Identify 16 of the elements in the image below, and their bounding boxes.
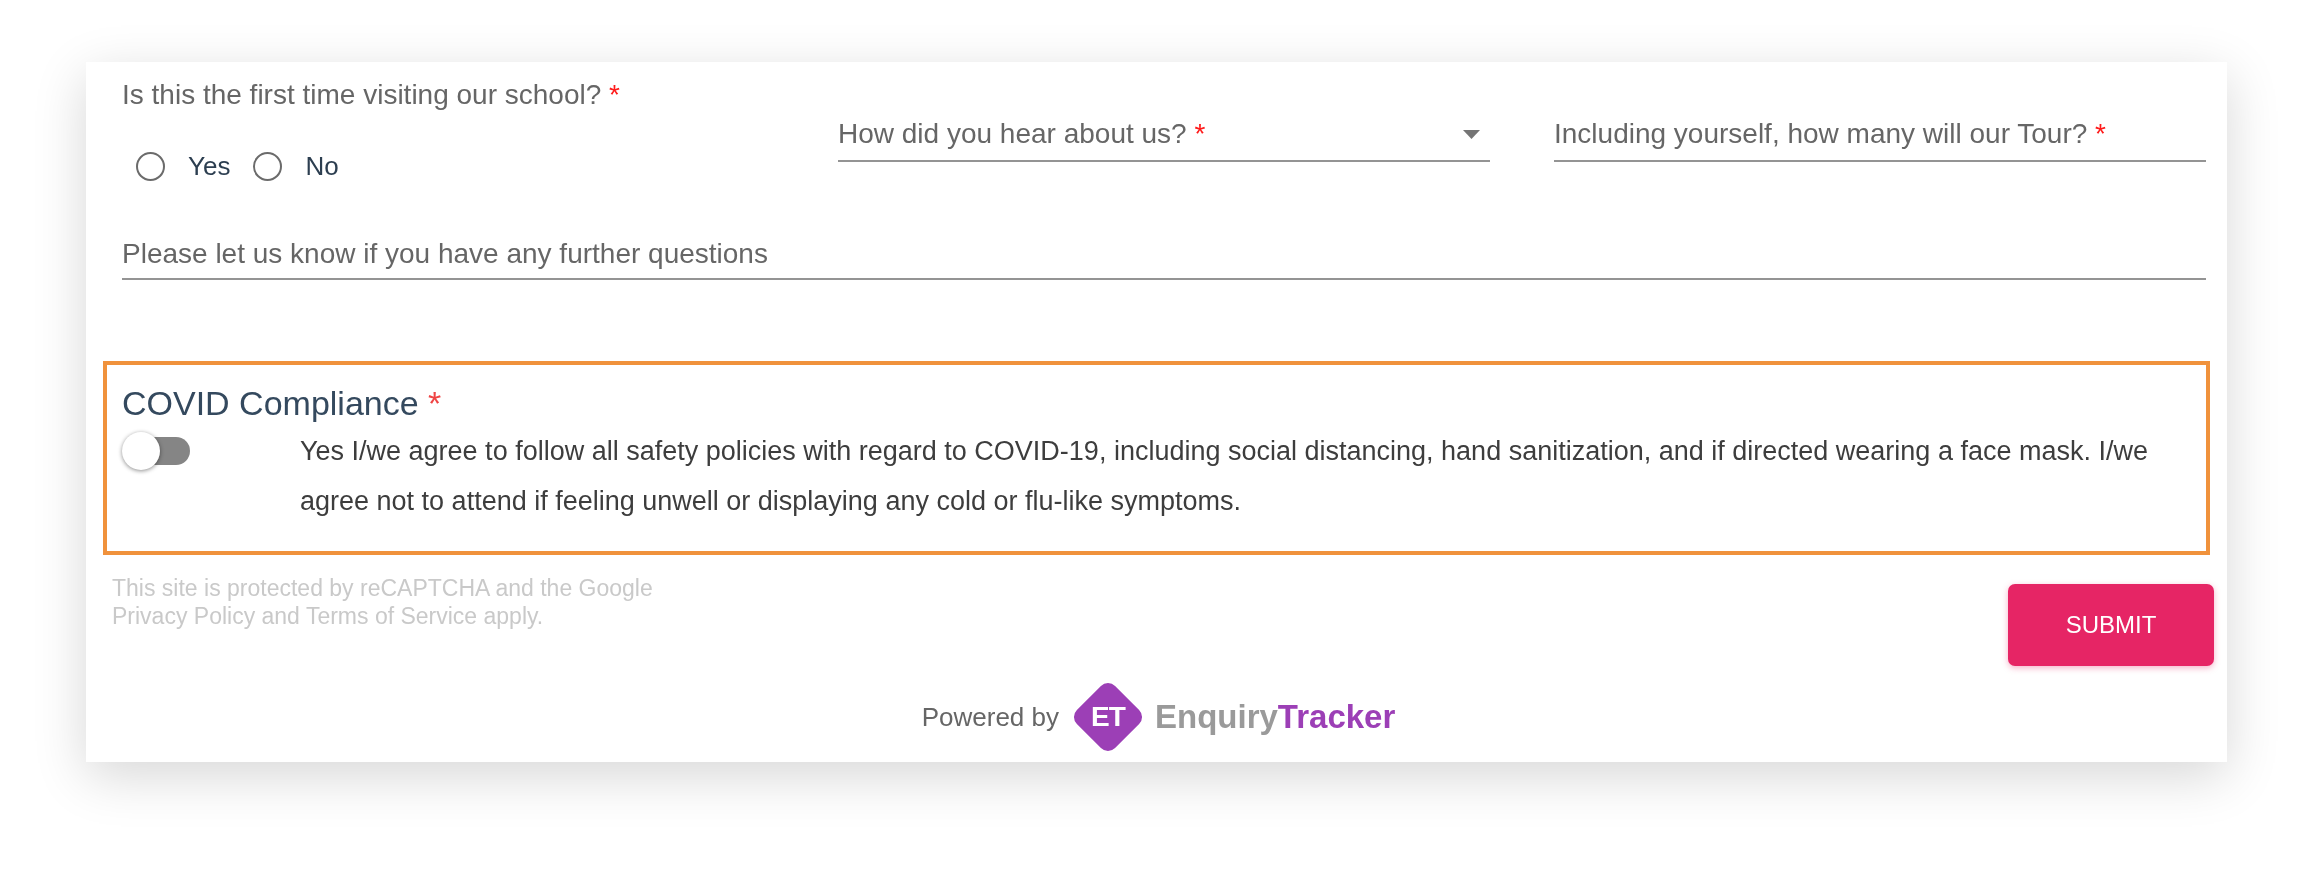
text-field[interactable]: Please let us know if you have any further questions bbox=[122, 238, 2206, 280]
agreement-text: Yes I/we agree to follow all safety policies with regard to COVID-19, including social distancing, hand sanitization, and if directed wearing a face mask. I/we agree not to attend if feeling unwell or displaying any cold or flu-like symptoms. bbox=[300, 435, 2149, 518]
section-title: COVID Compliance * bbox=[122, 383, 443, 423]
radio-option[interactable]: No bbox=[253, 150, 339, 182]
select-field[interactable]: How did you hear about us? * bbox=[838, 118, 1490, 162]
radio-option[interactable]: Yes bbox=[136, 150, 231, 182]
brand-name: EnquiryTracker bbox=[1155, 698, 1396, 736]
powered-by-text: Powered by bbox=[921, 701, 1059, 733]
radio-icon[interactable] bbox=[253, 151, 283, 181]
radio-icon[interactable] bbox=[136, 151, 165, 181]
caret-down-icon bbox=[1463, 129, 1480, 139]
submit-button[interactable]: SUBMIT bbox=[2008, 584, 2214, 666]
question-label: Is this the first time visiting our school? * bbox=[122, 79, 621, 111]
toggle-switch[interactable] bbox=[122, 432, 192, 470]
text-field[interactable]: Including yourself, how many will our Tour? * bbox=[1554, 118, 2206, 162]
logo-badge: ET bbox=[1073, 682, 1143, 752]
